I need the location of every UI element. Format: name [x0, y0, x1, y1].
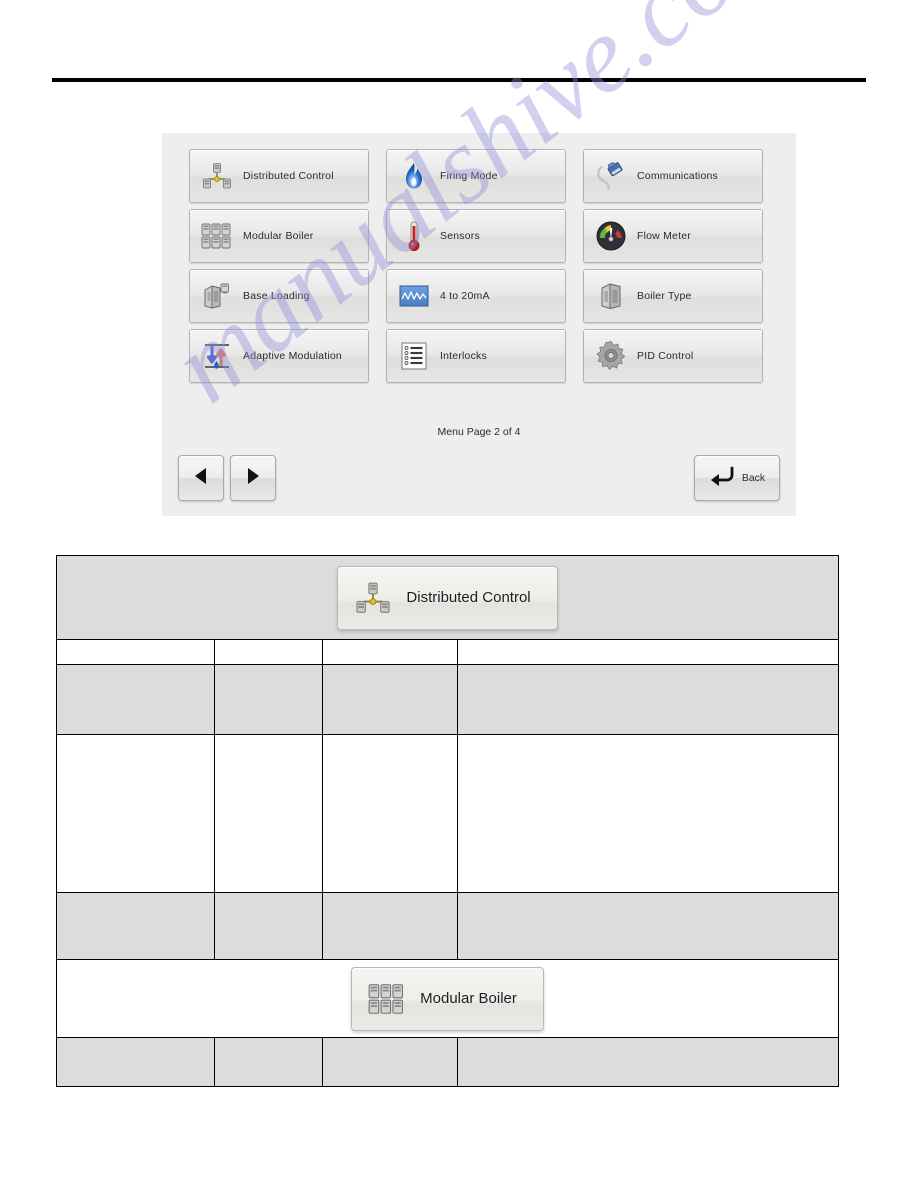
menu-button-label: Interlocks [440, 350, 487, 362]
table-cell [214, 892, 323, 960]
table-cell [56, 892, 215, 960]
menu-button-sensors[interactable]: Sensors [386, 209, 566, 263]
menu-button-distributed-control[interactable]: Distributed Control [189, 149, 369, 203]
menu-button-interlocks[interactable]: Interlocks [386, 329, 566, 383]
menu-button-label: Adaptive Modulation [243, 350, 342, 362]
table-cell [322, 639, 458, 665]
table-row [56, 639, 840, 665]
menu-button-grid: Distributed Control Firing Mode Communic… [189, 149, 771, 383]
menu-button-label: Distributed Control [243, 170, 334, 182]
table-cell [56, 664, 215, 735]
menu-page-indicator: Menu Page 2 of 4 [437, 426, 521, 438]
flame-icon [397, 159, 431, 193]
gear-icon [594, 339, 628, 373]
table-cell [214, 1037, 323, 1087]
banner-cell-modular-boiler: Modular Boiler [55, 959, 840, 1038]
table-cell [322, 664, 458, 735]
triangle-right-icon [242, 465, 264, 492]
menu-button-communications[interactable]: Communications [583, 149, 763, 203]
triangle-left-icon [190, 465, 212, 492]
menu-button-label: Firing Mode [440, 170, 498, 182]
waveform-icon [397, 279, 431, 313]
next-page-button[interactable] [230, 455, 276, 501]
table-button-label: Distributed Control [406, 589, 531, 606]
banner-cell-distributed-control: Distributed Control [55, 555, 840, 640]
adaptive-modulation-icon [200, 339, 234, 373]
menu-button-label: Modular Boiler [243, 230, 314, 242]
table-cell [456, 1037, 840, 1087]
table-cell [322, 734, 458, 893]
table-cell [456, 639, 840, 665]
menu-button-label: Boiler Type [637, 290, 692, 302]
table-cell [456, 664, 840, 735]
table-row [56, 664, 840, 735]
table-row [56, 892, 840, 960]
table-cell [56, 734, 215, 893]
menu-button-label: PID Control [637, 350, 694, 362]
menu-button-label: Flow Meter [637, 230, 691, 242]
modular-boiler-icon [368, 980, 406, 1018]
menu-button-boiler-type[interactable]: Boiler Type [583, 269, 763, 323]
menu-button-label: Base Loading [243, 290, 310, 302]
return-arrow-icon [709, 465, 735, 492]
previous-page-button[interactable] [178, 455, 224, 501]
table-button-label: Modular Boiler [420, 990, 517, 1007]
menu-button-adaptive-modulation[interactable]: Adaptive Modulation [189, 329, 369, 383]
distributed-control-icon [354, 579, 392, 617]
table-cell [214, 639, 323, 665]
menu-button-flow-meter[interactable]: Flow Meter [583, 209, 763, 263]
table-row [56, 734, 840, 893]
ethernet-cable-icon [594, 159, 628, 193]
menu-button-label: Communications [637, 170, 718, 182]
base-loading-icon [200, 279, 234, 313]
checklist-icon [397, 339, 431, 373]
header-rule [52, 78, 866, 82]
thermometer-icon [397, 219, 431, 253]
table-cell [56, 639, 215, 665]
table-button-distributed-control[interactable]: Distributed Control [337, 565, 558, 630]
menu-button-label: Sensors [440, 230, 480, 242]
back-button-label: Back [741, 472, 766, 484]
table-cell [456, 734, 840, 893]
hmi-screen-panel: Distributed Control Firing Mode Communic… [162, 133, 796, 516]
modular-boiler-icon [200, 219, 234, 253]
menu-button-modular-boiler[interactable]: Modular Boiler [189, 209, 369, 263]
navigation-row: Back [162, 455, 796, 501]
menu-button-base-loading[interactable]: Base Loading [189, 269, 369, 323]
table-cell [322, 1037, 458, 1087]
table-cell [456, 892, 840, 960]
table-button-modular-boiler[interactable]: Modular Boiler [351, 966, 544, 1031]
distributed-control-icon [200, 159, 234, 193]
menu-button-pid-control[interactable]: PID Control [583, 329, 763, 383]
parameter-table: Distributed Control Modular Boiler [55, 555, 840, 1087]
menu-button-4-to-20ma[interactable]: 4 to 20mA [386, 269, 566, 323]
table-cell [214, 664, 323, 735]
boiler-unit-icon [594, 279, 628, 313]
table-banner-row: Distributed Control [55, 555, 840, 640]
table-cell [322, 892, 458, 960]
back-button[interactable]: Back [694, 455, 780, 501]
table-row [56, 1037, 840, 1087]
table-cell [56, 1037, 215, 1087]
gauge-icon [594, 219, 628, 253]
menu-button-firing-mode[interactable]: Firing Mode [386, 149, 566, 203]
table-cell [214, 734, 323, 893]
table-banner-row: Modular Boiler [55, 959, 840, 1038]
menu-button-label: 4 to 20mA [440, 290, 490, 302]
